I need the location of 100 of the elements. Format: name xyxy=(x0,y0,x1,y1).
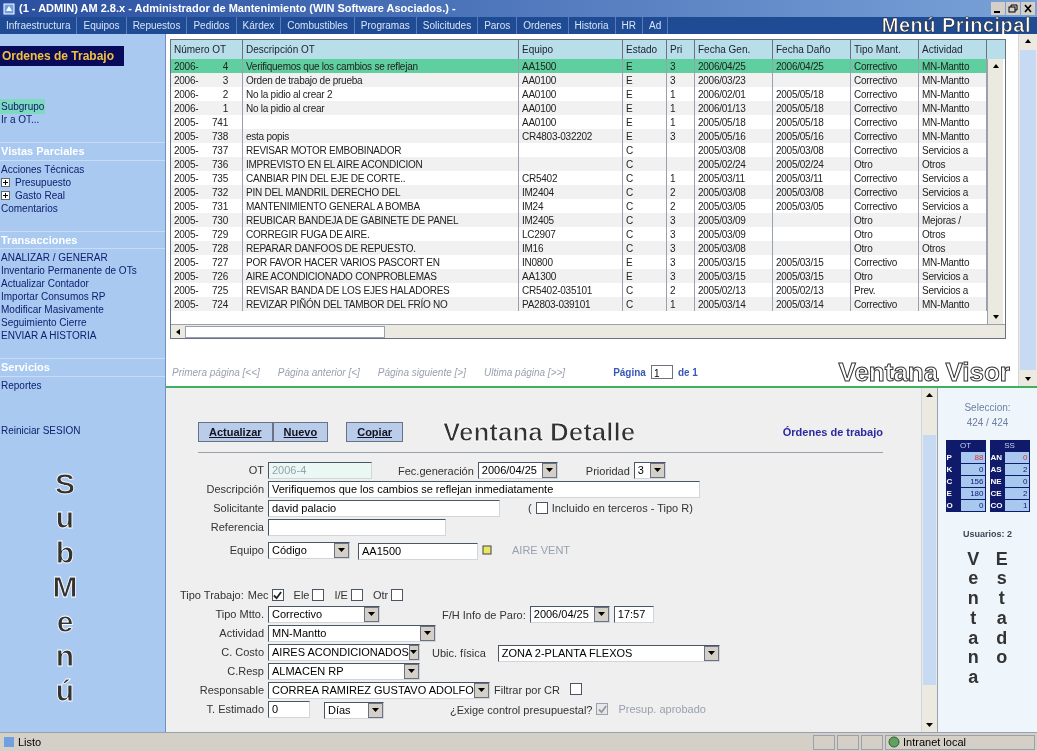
sidebar-link[interactable]: Modificar Masivamente xyxy=(0,302,105,317)
selection-count: 424 / 424 xyxy=(966,416,1009,430)
table-row[interactable]: 2005- 727 POR FAVOR HACER VARIOS PASCORT EN IN0800 E 3 2005/03/15 2005/03/15 Correctivo MN-Mantto xyxy=(171,255,987,269)
counter-key: P xyxy=(946,452,961,463)
field-label: F/H Info de Paro: xyxy=(442,609,526,621)
counter-value: 2 xyxy=(1004,464,1029,475)
field-label: Incluido en terceros - Tipo R) xyxy=(551,500,693,516)
text-field[interactable] xyxy=(268,518,446,536)
field-label: C. Costo xyxy=(220,644,264,660)
table-row[interactable]: 2006- 1 No la pidio al crear AA0100 E 1 2006/01/13 2005/05/18 Correctivo MN-Mantto xyxy=(171,101,987,115)
counter-value: 1 xyxy=(1004,500,1029,511)
sidebar-link[interactable]: Seguimiento Cierre xyxy=(0,315,88,330)
close-icon[interactable] xyxy=(1021,2,1035,15)
sidebar-link[interactable]: Reportes xyxy=(0,377,43,393)
lookup-icon[interactable] xyxy=(482,545,492,555)
counter-value: 0 xyxy=(960,500,985,511)
table-row[interactable]: 2005- 729 CORREGIR FUGA DE AIRE. LC2907 C 3 2005/03/09 Otro Otros xyxy=(171,227,987,241)
select-field[interactable]: Correctivo xyxy=(268,605,380,623)
sidebar-title: Ordenes de Trabajo xyxy=(0,46,124,66)
field-label: T. Estimado xyxy=(205,701,264,717)
sidebar-link[interactable]: ANALIZAR / GENERAR xyxy=(0,250,109,265)
checkbox[interactable] xyxy=(312,589,325,601)
toolbar-button[interactable]: Actualizar xyxy=(198,422,273,442)
scrollbar[interactable] xyxy=(987,59,1003,324)
page-field[interactable]: 1 xyxy=(650,365,673,379)
checkbox[interactable] xyxy=(535,502,548,514)
counter-key: NE xyxy=(990,476,1005,487)
sidebar-link[interactable]: Actualizar Contador xyxy=(0,276,90,291)
expand-icon[interactable] xyxy=(1,190,10,200)
table-row[interactable]: 2006- 2 No la pidio al crear 2 AA0100 E 1 2006/02/01 2005/05/18 Correctivo MN-Mantto xyxy=(171,87,987,101)
field-label: Ele xyxy=(293,587,310,603)
table-row[interactable]: 2005- 732 PIN DEL MANDRIL DERECHO DEL IM2404 C 2 2005/03/08 2005/03/08 Correctivo Servicios a xyxy=(171,185,987,199)
table-cell: 2005/03/14 xyxy=(773,297,851,311)
table-row[interactable]: 2005- 730 REUBICAR BANDEJA DE GABINETE DE PANEL IM2405 C 3 2005/03/09 Otro Mejoras / xyxy=(171,213,987,227)
scroll-thumb[interactable] xyxy=(1020,50,1036,370)
checkbox[interactable] xyxy=(271,589,284,601)
select-field[interactable]: ALMACEN RP xyxy=(268,662,420,680)
sidebar-link[interactable]: Gasto Real xyxy=(14,187,67,203)
counter-key: CO xyxy=(990,500,1005,511)
select-field[interactable]: AIRES ACONDICIONADOS xyxy=(268,643,420,661)
select-field[interactable]: 2006/04/25 xyxy=(529,605,610,623)
text-field[interactable]: 17:57 xyxy=(613,605,654,623)
scroll-thumb[interactable] xyxy=(185,325,385,338)
select-field[interactable]: Días xyxy=(324,701,384,719)
text-field[interactable]: AA1500 xyxy=(358,542,478,560)
counter-heading: SS xyxy=(1003,441,1016,451)
table-row[interactable]: 2005- 725 REVISAR BANDA DE LOS EJES HALADORES CR5402-035101 C 2 2005/02/13 2005/02/13 Prev. Servicios a xyxy=(171,283,987,297)
users-count: Usuarios: 2 xyxy=(963,528,1012,541)
restore-icon[interactable] xyxy=(1006,2,1020,15)
field-label: Ubic. física xyxy=(432,647,486,659)
sidebar-link[interactable]: Importar Consumos RP xyxy=(0,289,107,304)
select-field[interactable]: ZONA 2-PLANTA FLEXOS xyxy=(497,644,720,662)
checkbox[interactable] xyxy=(570,683,582,695)
table-row[interactable]: 2005- 728 REPARAR DANFOOS DE REPUESTO. IM16 C 3 2005/03/08 Otro Otros xyxy=(171,241,987,255)
toolbar-button[interactable]: Copiar xyxy=(346,422,404,442)
table-row[interactable]: 2005- 726 AIRE ACONDICIONADO CONPROBLEMAS AA1300 E 3 2005/03/15 2005/03/15 Otro Servicios a xyxy=(171,269,987,283)
counter-value: 0 xyxy=(960,464,985,475)
table-row[interactable]: 2005- 724 REVIZAR PIÑÓN DEL TAMBOR DEL FRÍO NO PA2803-039101 C 1 2005/03/14 2005/03/14 Correctivo MN-Mantto xyxy=(171,297,987,311)
table-row[interactable]: 2005- 735 CANBIAR PIN DEL EJE DE CORTE.. CR5402 C 1 2005/03/11 2005/03/11 Correctivo Servicios a xyxy=(171,171,987,185)
table-row[interactable]: 2005- 736 IMPREVISTO EN EL AIRE ACONDICION C 2005/02/24 2005/02/24 Otro Otros xyxy=(171,157,987,171)
checkbox[interactable] xyxy=(350,589,363,601)
checkbox[interactable] xyxy=(391,589,404,601)
sidebar-link[interactable]: Subgrupo xyxy=(0,99,46,114)
toolbar-button[interactable]: Nuevo xyxy=(272,422,329,442)
table-row[interactable]: 2005- 741 AA0100 E 1 2005/05/18 2005/05/18 Correctivo MN-Mantto xyxy=(171,115,987,129)
scrollbar[interactable] xyxy=(1018,34,1037,386)
select-field[interactable]: MN-Mantto xyxy=(268,624,436,642)
table-row[interactable]: 2006- 3 Orden de trabajo de prueba AA0100 E 3 2006/03/23 Correctivo MN-Mantto xyxy=(171,73,987,87)
scrollbar[interactable] xyxy=(921,388,937,732)
counter-value: 2 xyxy=(1004,488,1029,499)
app-icon xyxy=(3,2,15,15)
text-field[interactable]: 0 xyxy=(268,700,310,718)
sidebar-link[interactable]: Reiniciar SESION xyxy=(0,422,82,438)
sidebar-link[interactable]: Ir a OT... xyxy=(0,112,41,127)
sidebar-link[interactable]: Comentarios xyxy=(0,200,59,216)
globe-icon xyxy=(888,736,900,748)
counter-key: O xyxy=(946,500,961,511)
table-row[interactable]: 2005- 731 MANTENIMIENTO GENERAL A BOMBA IM24 C 2 2005/03/05 2005/03/05 Correctivo Servicios a xyxy=(171,199,987,213)
select-field[interactable]: 3 xyxy=(633,461,666,479)
text-field[interactable]: david palacio xyxy=(268,499,500,517)
select-field[interactable]: 2006/04/25 xyxy=(477,461,558,479)
sidebar-link[interactable]: Inventario Permanente de OTs xyxy=(0,263,138,278)
table-row[interactable]: 2005- 737 REVISAR MOTOR EMBOBINADOR C 2005/03/08 2005/03/08 Correctivo Servicios a xyxy=(171,143,987,157)
annotation-label: SubMenú xyxy=(51,466,79,708)
scroll-thumb[interactable] xyxy=(923,435,936,685)
table-row[interactable]: 2006- 4 Verifiquemos que los cambios se reflejan AA1500 E 3 2006/04/25 2006/04/25 Correctivo MN-Mantto xyxy=(171,59,987,73)
table-cell: C xyxy=(623,297,667,311)
minimize-icon[interactable] xyxy=(991,2,1005,15)
select-field[interactable]: CORREA RAMIREZ GUSTAVO ADOLFO xyxy=(268,681,490,699)
table-row[interactable]: 2005- 738 esta popis CR4803-032202 E 3 2005/05/16 2005/05/16 Correctivo MN-Mantto xyxy=(171,129,987,143)
field-label: Tipo Mtto. xyxy=(214,606,264,622)
select-field[interactable]: Código xyxy=(268,541,350,559)
sidebar-link[interactable]: Acciones Técnicas xyxy=(0,161,86,177)
equipment-name: AIRE VENT xyxy=(512,542,571,558)
expand-icon[interactable] xyxy=(1,177,10,187)
sidebar-link[interactable]: ENVIAR A HISTORIA xyxy=(0,328,98,343)
horizontal-scrollbar[interactable] xyxy=(171,324,1005,338)
sidebar-link[interactable]: Presupuesto xyxy=(14,174,73,190)
text-field[interactable]: Verifiquemos que los cambios se reflejan inmediatamente xyxy=(268,480,700,498)
annotation-label: Ventana Visor xyxy=(838,358,1010,386)
